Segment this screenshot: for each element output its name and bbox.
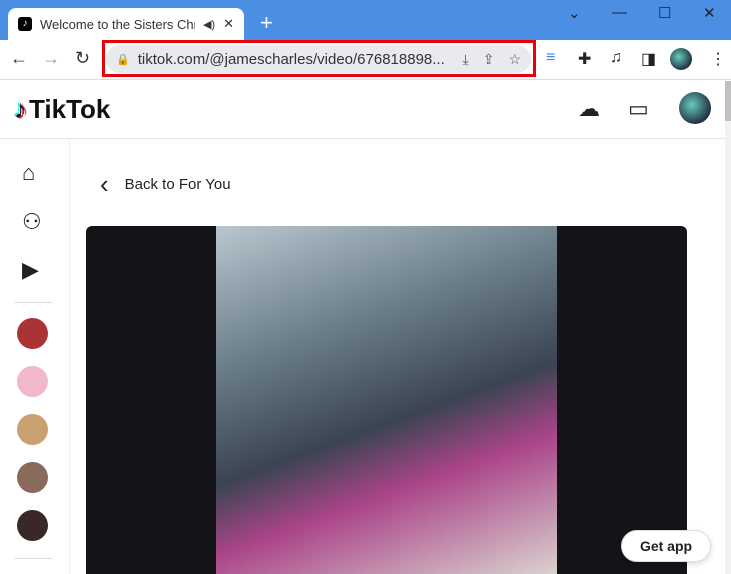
profile-avatar[interactable]	[679, 92, 711, 124]
browser-tab[interactable]: ♪ Welcome to the Sisters Christmas ◀) ✕	[8, 8, 244, 40]
tab-search-button[interactable]: ⌄	[568, 4, 581, 22]
account-avatar[interactable]	[17, 414, 48, 445]
reload-button[interactable]: ↻	[75, 48, 90, 69]
upload-icon[interactable]: ☁	[578, 96, 600, 122]
new-tab-button[interactable]: +	[260, 10, 273, 36]
maximize-button[interactable]: ☐	[658, 4, 671, 22]
media-control-icon[interactable]: ♫	[610, 49, 622, 67]
back-to-for-you-link[interactable]: ‹ Back to For You	[100, 169, 231, 199]
back-button[interactable]: ←	[10, 48, 28, 69]
extensions-icon[interactable]: ✚	[578, 49, 591, 69]
tab-title: Welcome to the Sisters Christmas	[40, 16, 195, 32]
minimize-button[interactable]: —	[612, 4, 627, 21]
live-icon[interactable]: ▶	[22, 257, 39, 283]
speaker-icon[interactable]: ◀)	[203, 18, 215, 31]
sidebar-divider	[14, 558, 52, 559]
video-frame	[216, 226, 557, 574]
scrollbar-thumb[interactable]	[725, 81, 731, 121]
inbox-icon[interactable]: ▭	[628, 96, 649, 122]
tiktok-logo[interactable]: ♪ TikTok	[14, 94, 110, 125]
account-avatar[interactable]	[17, 366, 48, 397]
account-avatar[interactable]	[17, 318, 48, 349]
forward-button[interactable]: →	[42, 48, 60, 69]
video-player[interactable]	[86, 226, 687, 574]
address-bar-highlight	[102, 40, 536, 77]
account-avatar[interactable]	[17, 510, 48, 541]
scrollbar[interactable]	[725, 81, 731, 574]
chevron-left-icon: ‹	[100, 169, 109, 199]
side-panel-icon[interactable]: ◨	[641, 49, 656, 69]
account-avatar[interactable]	[17, 462, 48, 493]
tiktok-favicon: ♪	[18, 17, 32, 31]
sidebar-divider	[14, 302, 52, 303]
browser-menu-icon[interactable]: ⋮	[710, 49, 726, 69]
get-app-button[interactable]: Get app	[621, 530, 711, 562]
home-icon[interactable]: ⌂	[22, 160, 35, 186]
reading-list-icon[interactable]: ≡	[546, 49, 555, 67]
following-icon[interactable]: ⚇	[22, 209, 42, 235]
tiktok-note-icon: ♪	[14, 94, 27, 124]
close-window-button[interactable]: ✕	[703, 4, 716, 22]
tab-close-icon[interactable]: ✕	[223, 16, 234, 32]
browser-profile-avatar[interactable]	[670, 48, 692, 70]
sidebar	[0, 139, 70, 574]
